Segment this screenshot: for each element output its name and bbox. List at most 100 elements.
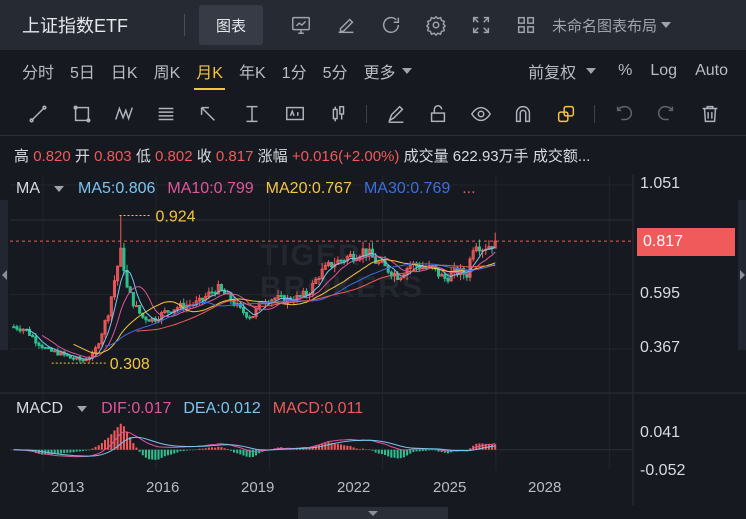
macd-bar: [63, 449, 66, 454]
macd-bar: [138, 449, 141, 452]
trash-icon[interactable]: [698, 102, 722, 126]
wave-pattern-icon[interactable]: [112, 102, 136, 126]
magnet-icon[interactable]: [511, 102, 535, 126]
candle-body: [84, 359, 88, 362]
macd-bar: [374, 449, 377, 453]
period-yearly[interactable]: 年K: [231, 50, 274, 92]
undo-icon[interactable]: [612, 102, 636, 126]
price-chart[interactable]: 0.924 0.308: [0, 170, 746, 510]
measure-icon[interactable]: [240, 102, 264, 126]
candle-body: [339, 259, 343, 262]
scroll-left-handle[interactable]: [0, 200, 8, 350]
edit-icon[interactable]: [334, 13, 358, 37]
macd-bar: [428, 449, 431, 451]
ma-indicator-name[interactable]: MA: [16, 180, 40, 198]
period-1min[interactable]: 1分: [274, 50, 315, 92]
macd-bar: [207, 447, 210, 450]
macd-bar: [226, 449, 229, 450]
macd-bar: [88, 449, 91, 451]
rectangle-tool-icon[interactable]: [70, 102, 94, 126]
redo-icon[interactable]: [654, 102, 678, 126]
period-more[interactable]: 更多: [355, 50, 419, 92]
eye-icon[interactable]: [469, 102, 493, 126]
chevron-down-icon[interactable]: [77, 406, 88, 412]
trend-line-icon[interactable]: [26, 102, 50, 126]
gear-icon[interactable]: [424, 13, 448, 37]
log-toggle[interactable]: Log: [650, 62, 677, 80]
candlestick-series: [12, 215, 497, 364]
macd-bar: [255, 449, 258, 456]
period-5min[interactable]: 5分: [315, 50, 356, 92]
refresh-icon[interactable]: [379, 13, 403, 37]
candle-body: [245, 312, 249, 318]
macd-bar: [384, 449, 387, 456]
high-marker-label: 0.924: [155, 208, 195, 225]
pencil-icon[interactable]: [384, 102, 408, 126]
macd-bar: [491, 444, 494, 450]
macd-bar: [377, 449, 380, 454]
macd-indicator-name[interactable]: MACD: [16, 400, 63, 418]
ma-more[interactable]: ...: [462, 180, 475, 198]
candle-body: [122, 247, 126, 272]
period-intraday[interactable]: 分时: [14, 50, 62, 92]
macd-bar: [406, 449, 409, 456]
layout-name-label: 未命名图表布局: [552, 17, 658, 35]
change-label: 涨幅: [257, 148, 288, 165]
candle-body: [34, 336, 38, 344]
close-value: 0.817: [215, 148, 254, 165]
panel-resize-handle[interactable]: [298, 507, 448, 519]
macd-bar: [251, 449, 254, 457]
chevron-down-icon[interactable]: [54, 186, 64, 192]
scroll-right-handle[interactable]: [738, 200, 746, 350]
macd-axis-tick: -0.052: [640, 462, 686, 479]
percent-toggle[interactable]: %: [618, 62, 632, 80]
macd-bar: [223, 448, 226, 450]
period-weekly[interactable]: 周K: [146, 50, 189, 92]
low-value: 0.802: [155, 148, 193, 165]
fibonacci-icon[interactable]: [154, 102, 178, 126]
candle-body: [364, 248, 368, 256]
link-icon[interactable]: [554, 102, 578, 126]
fullscreen-icon[interactable]: [469, 13, 493, 37]
macd-bar: [396, 449, 399, 459]
period-daily[interactable]: 日K: [103, 50, 146, 92]
text-note-icon[interactable]: [283, 102, 307, 126]
macd-bar: [355, 448, 358, 450]
macd-value: MACD:0.011: [272, 400, 364, 417]
ma-legend: MA MA5:0.806 MA10:0.799 MA20:0.767 MA30:…: [16, 180, 488, 198]
lock-icon[interactable]: [426, 102, 450, 126]
macd-bar: [229, 449, 232, 451]
macd-bar: [201, 448, 204, 450]
candle-body: [43, 347, 47, 350]
cursor-icon[interactable]: [196, 102, 220, 126]
adjust-selector[interactable]: 前复权: [510, 59, 597, 83]
chart-monitor-icon[interactable]: [289, 13, 313, 37]
candle-body: [147, 319, 151, 322]
macd-bar: [166, 449, 169, 456]
auto-toggle[interactable]: Auto: [695, 62, 728, 80]
period-5day[interactable]: 5日: [62, 50, 103, 92]
macd-bar: [412, 449, 415, 453]
period-monthly[interactable]: 月K: [188, 50, 231, 92]
candle-body: [166, 310, 170, 313]
macd-bar: [157, 449, 160, 460]
time-axis-tick: 2016: [146, 479, 180, 496]
macd-bar: [85, 449, 88, 451]
price-annotations: 0.924 0.308: [51, 208, 196, 373]
macd-bar: [204, 448, 207, 450]
macd-bar: [352, 447, 355, 450]
close-label: 收: [196, 148, 212, 165]
moving-average-series: [26, 246, 496, 360]
macd-bar: [418, 449, 421, 452]
layout-selector[interactable]: 未命名图表布局: [552, 15, 672, 36]
macd-bar: [233, 449, 236, 453]
layout-grid-icon[interactable]: [514, 13, 538, 37]
dif-line: [13, 431, 496, 458]
macd-bar: [69, 449, 72, 453]
macd-bar: [132, 443, 135, 450]
tab-chart[interactable]: 图表: [199, 5, 263, 45]
macd-bar: [217, 446, 220, 450]
macd-bar: [365, 449, 368, 450]
candle-tool-icon[interactable]: [326, 102, 350, 126]
low-label: 低: [135, 148, 151, 165]
